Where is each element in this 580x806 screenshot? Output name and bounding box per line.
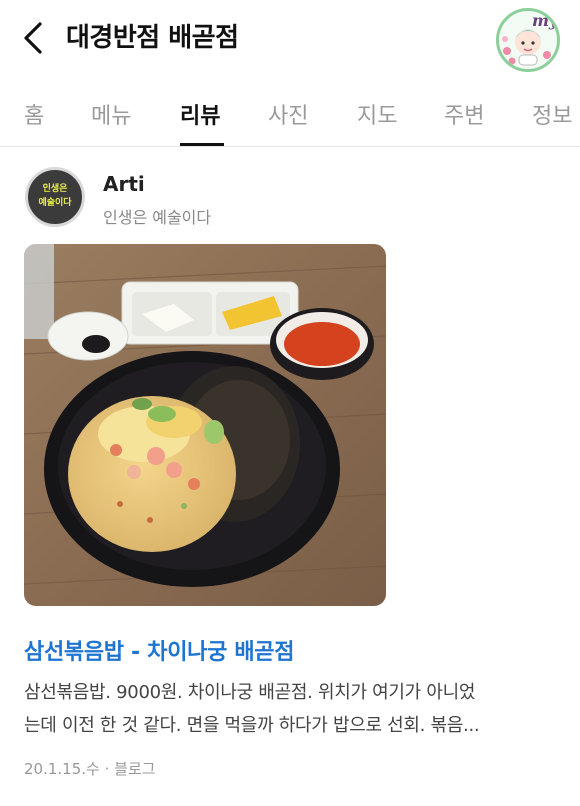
snippet-line: 는데 이전 한 것 같다. 면을 먹을까 하다가 밥으로 선회. 볶음... <box>24 715 480 736</box>
review-meta: 20.1.15.수 · 블로그 <box>24 758 156 779</box>
my-profile-avatar[interactable]: my <box>496 8 560 72</box>
my-label: my <box>532 11 559 30</box>
page-title: 대경반점 배곧점 <box>66 23 239 53</box>
review-card[interactable]: 인생은 예술이다 Arti 인생은 예술이다 삼선볶음밥 - 차이나궁 배곧점 … <box>0 146 580 806</box>
tab-info[interactable]: 정보 <box>532 98 572 130</box>
meta-separator: · <box>104 760 110 778</box>
chevron-left-icon <box>24 22 42 54</box>
author-bio: 인생은 예술이다 <box>103 208 212 227</box>
author-avatar[interactable]: 인생은 예술이다 <box>25 167 85 227</box>
review-date: 20.1.15.수 <box>24 760 100 778</box>
author-name[interactable]: Arti <box>103 172 145 196</box>
app-header: 대경반점 배곧점 my <box>0 0 580 80</box>
tab-home[interactable]: 홈 <box>24 98 44 130</box>
review-photo[interactable] <box>24 244 386 606</box>
back-button[interactable] <box>14 18 54 58</box>
tab-map[interactable]: 지도 <box>357 98 397 130</box>
review-title-link[interactable]: 삼선볶음밥 - 차이나궁 배곧점 <box>24 634 295 666</box>
snippet-line: 삼선볶음밥. 9000원. 차이나궁 배곧점. 위치가 여기가 아니었 <box>24 682 476 703</box>
tab-review[interactable]: 리뷰 <box>180 98 220 130</box>
review-snippet[interactable]: 삼선볶음밥. 9000원. 차이나궁 배곧점. 위치가 여기가 아니었 는데 이… <box>24 676 554 742</box>
tab-nearby[interactable]: 주변 <box>444 98 484 130</box>
tab-bar: 홈 메뉴 리뷰 사진 지도 주변 정보 <box>0 80 580 147</box>
tab-menu[interactable]: 메뉴 <box>91 98 131 130</box>
review-source: 블로그 <box>114 760 156 778</box>
tab-photos[interactable]: 사진 <box>268 98 308 130</box>
author-avatar-text: 인생은 예술이다 <box>38 184 72 208</box>
food-photo-image <box>24 244 386 606</box>
